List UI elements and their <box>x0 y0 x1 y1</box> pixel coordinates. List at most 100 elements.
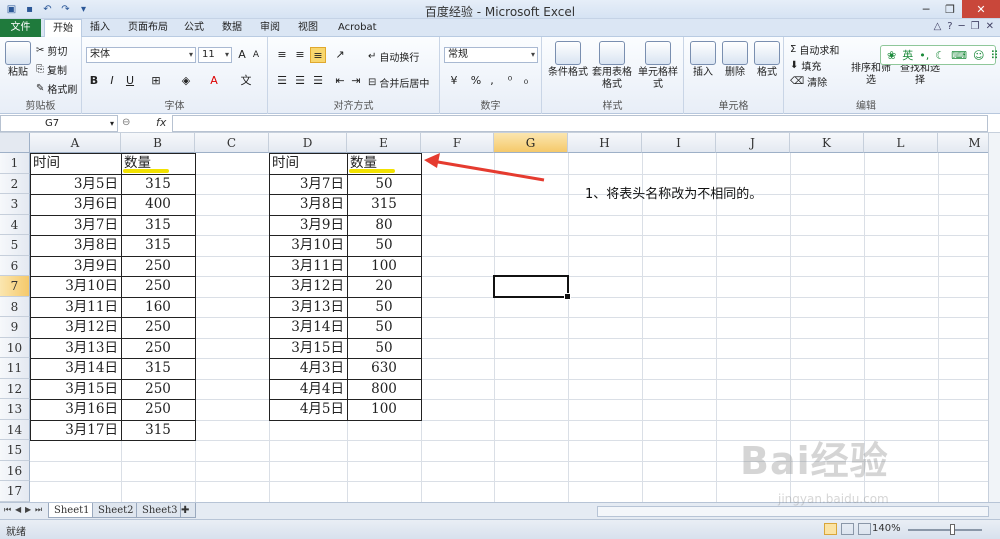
row-header-6[interactable]: 6 <box>0 255 30 276</box>
column-header-f[interactable]: F <box>421 133 494 153</box>
font-size-select[interactable]: 11 <box>198 47 232 63</box>
conditional-format-button[interactable]: 条件格式 <box>546 41 590 79</box>
align-middle-icon[interactable]: ≡ <box>292 47 308 63</box>
tab-review[interactable]: 审阅 <box>252 19 288 37</box>
prev-sheet-icon[interactable]: ◀ <box>15 505 21 514</box>
sheet-tab-2[interactable]: Sheet2 <box>92 503 140 518</box>
collapse-ribbon-icon[interactable]: △ <box>934 21 942 32</box>
column-header-d[interactable]: D <box>269 133 347 153</box>
insert-button[interactable]: 插入 <box>688 41 718 79</box>
wrap-text-button[interactable]: ↵ 自动换行 <box>368 49 419 64</box>
merge-center-button[interactable]: ⊟ 合并后居中 <box>368 75 429 90</box>
row-header-1[interactable]: 1 <box>0 153 30 174</box>
fill-button[interactable]: ⬇ 填充 <box>790 58 821 73</box>
row-header-7[interactable]: 7 <box>0 276 30 297</box>
percent-button[interactable]: % <box>468 73 484 89</box>
column-header-e[interactable]: E <box>347 133 421 153</box>
column-header-m[interactable]: M <box>938 133 988 153</box>
tab-file[interactable]: 文件 <box>0 19 41 37</box>
orientation-icon[interactable]: ↗ <box>332 47 348 63</box>
row-header-5[interactable]: 5 <box>0 235 30 256</box>
cut-button[interactable]: ✂ 剪切 <box>36 43 67 58</box>
close-workbook-icon[interactable]: ✕ <box>986 21 994 32</box>
row-header-4[interactable]: 4 <box>0 214 30 235</box>
row-header-17[interactable]: 17 <box>0 481 30 502</box>
sheet-tab-3[interactable]: Sheet3 <box>136 503 184 518</box>
clear-button[interactable]: ⌫ 清除 <box>790 74 827 89</box>
tab-formulas[interactable]: 公式 <box>176 19 212 37</box>
align-top-icon[interactable]: ≡ <box>274 47 290 63</box>
cell-styles-button[interactable]: 单元格样式 <box>634 41 682 91</box>
column-header-h[interactable]: H <box>568 133 642 153</box>
find-select-button[interactable]: 查找和选择 <box>896 63 944 87</box>
normal-view-icon[interactable] <box>824 523 837 535</box>
row-header-9[interactable]: 9 <box>0 317 30 338</box>
shrink-font-icon[interactable]: A <box>248 47 264 63</box>
fx-icon[interactable]: fx <box>156 116 166 129</box>
row-header-11[interactable]: 11 <box>0 358 30 379</box>
row-header-2[interactable]: 2 <box>0 173 30 194</box>
last-sheet-icon[interactable]: ⏭ <box>35 505 42 515</box>
page-layout-view-icon[interactable] <box>841 523 854 535</box>
column-header-k[interactable]: K <box>790 133 864 153</box>
align-right-icon[interactable]: ☰ <box>310 73 326 89</box>
comma-button[interactable]: , <box>484 73 500 89</box>
paste-button[interactable]: 粘贴 <box>4 41 32 79</box>
column-header-c[interactable]: C <box>195 133 269 153</box>
zoom-slider[interactable] <box>908 529 982 531</box>
page-break-view-icon[interactable] <box>858 523 871 535</box>
zoom-slider-handle[interactable] <box>950 524 955 535</box>
copy-button[interactable]: ⎘ 复制 <box>36 62 67 77</box>
number-format-select[interactable]: 常规 <box>444 47 538 63</box>
zoom-level[interactable]: 140% <box>872 523 901 534</box>
font-name-select[interactable]: 宋体 <box>86 47 196 63</box>
select-all-corner[interactable] <box>0 133 30 153</box>
row-header-10[interactable]: 10 <box>0 337 30 358</box>
tab-view[interactable]: 视图 <box>290 19 326 37</box>
delete-button[interactable]: 删除 <box>720 41 750 79</box>
restore-icon[interactable]: ❐ <box>938 0 962 18</box>
increase-indent-icon[interactable]: ⇥ <box>348 73 364 89</box>
column-header-a[interactable]: A <box>30 133 121 153</box>
selected-cell-g7[interactable] <box>493 275 571 299</box>
tab-page-layout[interactable]: 页面布局 <box>120 19 176 37</box>
close-icon[interactable]: ✕ <box>962 0 1000 18</box>
bold-icon[interactable]: B <box>86 73 102 89</box>
column-header-b[interactable]: B <box>121 133 195 153</box>
decrease-decimal-icon[interactable]: ₀ <box>518 73 534 89</box>
underline-icon[interactable]: U <box>122 73 138 89</box>
name-box[interactable]: G7 <box>0 115 118 132</box>
format-button[interactable]: 格式 <box>752 41 782 79</box>
format-as-table-button[interactable]: 套用表格格式 <box>592 41 632 91</box>
row-header-16[interactable]: 16 <box>0 460 30 481</box>
column-header-j[interactable]: J <box>716 133 790 153</box>
row-header-3[interactable]: 3 <box>0 194 30 215</box>
new-sheet-icon[interactable]: ✚ <box>180 503 196 518</box>
tab-data[interactable]: 数据 <box>214 19 250 37</box>
format-painter-button[interactable]: ✎ 格式刷 <box>36 81 77 96</box>
column-header-g[interactable]: G <box>494 133 568 153</box>
currency-icon[interactable]: ¥ <box>446 73 462 89</box>
first-sheet-icon[interactable]: ⏮ <box>4 505 11 515</box>
autosum-button[interactable]: Σ 自动求和 <box>790 42 839 57</box>
sheet-tab-1[interactable]: Sheet1 <box>48 503 96 518</box>
font-color-icon[interactable]: A <box>206 73 222 89</box>
italic-icon[interactable]: I <box>104 73 120 89</box>
row-header-15[interactable]: 15 <box>0 440 30 461</box>
formula-expand-icon[interactable]: ⊖ <box>122 117 130 128</box>
formula-input[interactable] <box>172 115 988 132</box>
row-header-12[interactable]: 12 <box>0 378 30 399</box>
row-header-13[interactable]: 13 <box>0 399 30 420</box>
sort-filter-button[interactable]: 排序和筛选 <box>848 63 894 87</box>
align-center-icon[interactable]: ☰ <box>292 73 308 89</box>
phonetic-icon[interactable]: 文 <box>238 73 254 89</box>
border-icon[interactable]: ⊞ <box>148 73 164 89</box>
minimize-icon[interactable]: ─ <box>914 0 938 18</box>
fill-color-icon[interactable]: ◈ <box>178 73 194 89</box>
vertical-scrollbar[interactable] <box>988 133 1000 502</box>
help-icon[interactable]: ? <box>947 21 952 32</box>
tab-home[interactable]: 开始 <box>44 19 82 38</box>
ime-toolbar[interactable]: ❀ 英 •, ☾ ⌨ ☺ ⠿ <box>880 45 999 65</box>
restore-workbook-icon[interactable]: ❐ <box>971 21 980 32</box>
row-header-8[interactable]: 8 <box>0 296 30 317</box>
